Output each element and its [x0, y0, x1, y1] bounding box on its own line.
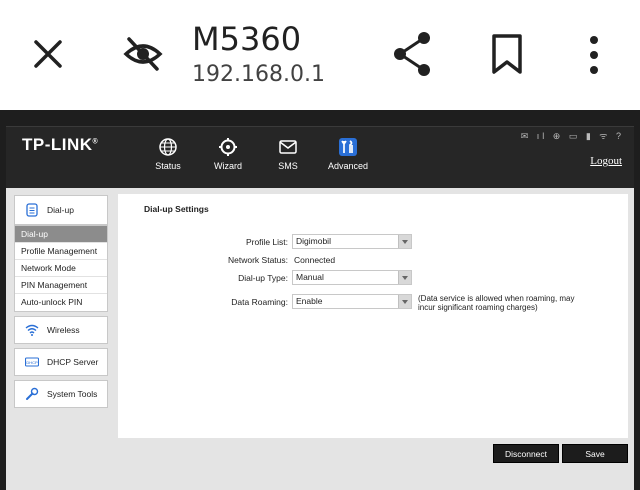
sidebar-group-dialup[interactable]: Dial-up — [14, 195, 108, 225]
data-roaming-select[interactable]: Enable — [292, 294, 412, 309]
bookmark-icon[interactable] — [488, 32, 526, 76]
network-status-row: Network Status: Connected — [118, 252, 628, 268]
data-roaming-row: Data Roaming: Enable (Data service is al… — [118, 294, 628, 312]
close-icon[interactable] — [30, 36, 66, 72]
status-indicators: ✉ ıl ⊕ ▭ ▮ ᯤ ? — [520, 131, 624, 141]
wizard-icon — [219, 138, 237, 156]
sidebar: Dial-up Dial-up Profile Management Netwo… — [14, 195, 108, 412]
wrench-icon — [26, 387, 39, 400]
router-header: TP-LINK® Status Wizard SMS Advanced ✉ ıl… — [6, 126, 634, 188]
router-page: TP-LINK® Status Wizard SMS Advanced ✉ ıl… — [0, 110, 640, 490]
nav-wizard[interactable]: Wizard — [198, 137, 258, 171]
disconnect-button[interactable]: Disconnect — [493, 444, 559, 463]
sidebar-group-system-tools-label: System Tools — [47, 389, 98, 399]
dialup-type-select[interactable]: Manual — [292, 270, 412, 285]
profile-list-value: Digimobil — [296, 236, 331, 246]
brand-logo: TP-LINK® — [22, 135, 99, 154]
network-status-value: Connected — [294, 255, 336, 265]
dhcp-icon: DHCP — [25, 357, 39, 367]
profile-list-row: Profile List: Digimobil — [118, 234, 628, 250]
sidebar-group-wireless-label: Wireless — [47, 325, 80, 335]
tools-icon — [339, 138, 357, 156]
svg-text:DHCP: DHCP — [26, 360, 38, 365]
page-title: M5360 — [192, 20, 302, 58]
content-panel: Dial-up Settings Profile List: Digimobil… — [118, 194, 628, 438]
sidebar-item-profile-management[interactable]: Profile Management — [15, 243, 107, 260]
chevron-down-icon — [398, 295, 411, 308]
section-title: Dial-up Settings — [144, 204, 209, 214]
profile-list-select[interactable]: Digimobil — [292, 234, 412, 249]
mail-icon — [279, 140, 297, 154]
browser-toolbar: M5360 192.168.0.1 — [0, 0, 640, 110]
dialup-type-label: Dial-up Type: — [238, 273, 288, 283]
data-roaming-value: Enable — [296, 296, 323, 306]
logout-link[interactable]: Logout — [590, 155, 622, 167]
sidebar-item-auto-unlock-pin[interactable]: Auto-unlock PIN — [15, 294, 107, 311]
sidebar-group-dhcp-label: DHCP Server — [47, 357, 99, 367]
data-roaming-label: Data Roaming: — [231, 297, 288, 307]
sidebar-group-dhcp[interactable]: DHCP DHCP Server — [14, 348, 108, 376]
save-button[interactable]: Save — [562, 444, 628, 463]
wifi-icon — [25, 324, 39, 336]
chevron-down-icon — [398, 271, 411, 284]
nav-status-label: Status — [155, 161, 181, 171]
main-area: Dial-up Dial-up Profile Management Netwo… — [6, 188, 634, 490]
dialup-icon — [26, 203, 38, 217]
globe-icon — [159, 138, 177, 156]
share-icon[interactable] — [390, 30, 434, 78]
nav-sms[interactable]: SMS — [258, 137, 318, 171]
chevron-down-icon — [398, 235, 411, 248]
nav-sms-label: SMS — [278, 161, 298, 171]
page-url[interactable]: 192.168.0.1 — [192, 62, 325, 87]
profile-list-label: Profile List: — [245, 237, 288, 247]
dialup-type-row: Dial-up Type: Manual — [118, 270, 628, 286]
sidebar-group-wireless[interactable]: Wireless — [14, 316, 108, 344]
sidebar-item-pin-management[interactable]: PIN Management — [15, 277, 107, 294]
dialup-type-value: Manual — [296, 272, 324, 282]
roaming-note: (Data service is allowed when roaming, m… — [418, 294, 575, 312]
network-status-label: Network Status: — [228, 255, 288, 265]
nav-advanced[interactable]: Advanced — [318, 137, 378, 171]
eye-off-icon[interactable] — [122, 34, 164, 74]
sidebar-group-dialup-label: Dial-up — [47, 205, 74, 215]
sidebar-item-network-mode[interactable]: Network Mode — [15, 260, 107, 277]
more-options-icon[interactable] — [584, 34, 604, 76]
sidebar-group-system-tools[interactable]: System Tools — [14, 380, 108, 408]
sidebar-dialup-submenu: Dial-up Profile Management Network Mode … — [14, 225, 108, 312]
nav-wizard-label: Wizard — [213, 161, 242, 171]
sidebar-item-dialup[interactable]: Dial-up — [15, 226, 107, 243]
nav-advanced-label: Advanced — [327, 161, 369, 171]
nav-status[interactable]: Status — [138, 137, 198, 171]
